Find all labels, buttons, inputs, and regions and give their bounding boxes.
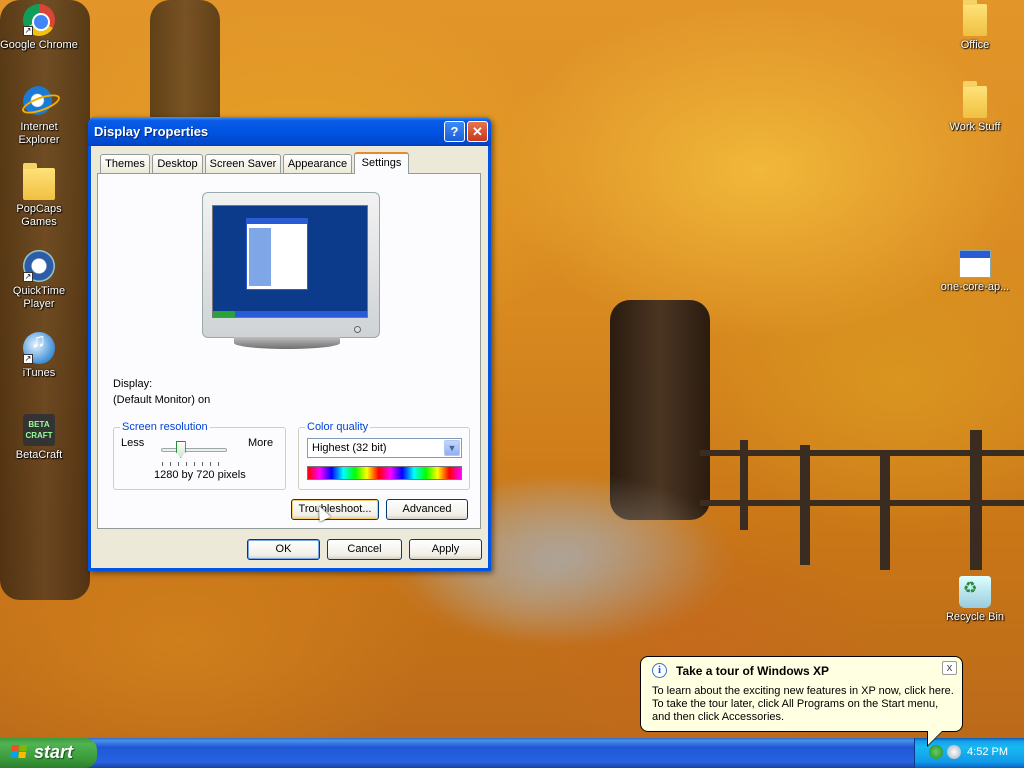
- fence-post: [970, 430, 982, 570]
- desktop-icon-work-stuff[interactable]: Work Stuff: [935, 81, 1015, 134]
- desktop-icon-betacraft[interactable]: BETA CRAFT BetaCraft: [0, 414, 79, 462]
- close-button[interactable]: ✕: [467, 121, 488, 142]
- color-quality-group: Color quality Highest (32 bit) ▼: [298, 421, 470, 490]
- desktop-icon-office[interactable]: Office: [935, 0, 1015, 52]
- help-button[interactable]: ?: [444, 121, 465, 142]
- folder-icon: [23, 163, 55, 200]
- tour-tray-icon[interactable]: [947, 745, 961, 759]
- tour-balloon-tip[interactable]: i Take a tour of Windows XP x To learn a…: [640, 656, 963, 747]
- slider-less-label: Less: [121, 437, 145, 449]
- window-titlebar[interactable]: Display Properties ? ✕: [88, 117, 491, 146]
- chrome-icon: ↗: [23, 4, 55, 36]
- color-quality-value: Highest (32 bit): [312, 442, 387, 454]
- preview-taskbar: [213, 311, 367, 317]
- fence-post: [740, 440, 748, 530]
- folder-icon: [963, 0, 987, 36]
- desktop-icon-label: Google Chrome: [0, 39, 78, 51]
- desktop-icon-label: QuickTime Player: [12, 285, 66, 310]
- window-title: Display Properties: [94, 124, 209, 139]
- resolution-slider-thumb[interactable]: [175, 441, 186, 458]
- settings-panel: Display: (Default Monitor) on Screen res…: [97, 173, 481, 529]
- network-icon[interactable]: [929, 745, 943, 759]
- monitor-preview: [202, 192, 380, 338]
- application-icon: [959, 250, 991, 278]
- apply-button[interactable]: Apply: [409, 539, 482, 560]
- balloon-title: Take a tour of Windows XP: [676, 664, 830, 678]
- preview-window: [246, 218, 308, 290]
- tab-label: Themes: [105, 158, 145, 170]
- ok-button[interactable]: OK: [247, 539, 320, 560]
- desktop-icon-recycle-bin[interactable]: Recycle Bin: [935, 576, 1015, 624]
- recycle-bin-icon: [959, 576, 991, 608]
- tab-desktop[interactable]: Desktop: [152, 154, 203, 173]
- windows-flag-icon: [10, 745, 29, 760]
- troubleshoot-button[interactable]: Troubleshoot...: [291, 499, 379, 520]
- clock[interactable]: 4:52 PM: [967, 746, 1008, 758]
- betacraft-icon: BETA CRAFT: [23, 414, 55, 446]
- quicktime-icon: ↗: [23, 250, 55, 282]
- color-spectrum-bar: [307, 466, 462, 480]
- desktop-icon-label: iTunes: [22, 367, 56, 379]
- group-title: Screen resolution: [120, 421, 210, 433]
- desktop-icon-label: PopCaps Games: [16, 203, 62, 228]
- tab-screen-saver[interactable]: Screen Saver: [205, 154, 281, 173]
- desktop-icon-internet-explorer[interactable]: Internet Explorer: [0, 86, 79, 147]
- tab-appearance[interactable]: Appearance: [283, 154, 352, 173]
- desktop-icon-google-chrome[interactable]: ↗ Google Chrome: [0, 4, 79, 52]
- tab-settings[interactable]: Settings: [354, 152, 409, 174]
- info-icon: i: [652, 663, 667, 678]
- slider-ticks: [162, 462, 226, 466]
- display-properties-window: Display Properties ? ✕ Themes Desktop Sc…: [88, 117, 491, 571]
- desktop-icon-label: Internet Explorer: [18, 121, 60, 146]
- monitor-screen: [212, 205, 368, 318]
- balloon-text-line: To take the tour later, click All Progra…: [652, 698, 939, 710]
- desktop-icon-popcaps-games[interactable]: PopCaps Games: [0, 163, 79, 229]
- balloon-text-line: To learn about the exciting new features…: [652, 685, 954, 697]
- display-label: Display:: [113, 378, 153, 390]
- tab-themes[interactable]: Themes: [100, 154, 150, 173]
- desktop-icon-itunes[interactable]: ↗ iTunes: [0, 332, 79, 380]
- dialog-body: Themes Desktop Screen Saver Appearance S…: [91, 146, 488, 568]
- internet-explorer-icon: [23, 86, 55, 118]
- desktop-icon-label: BetaCraft: [15, 449, 63, 461]
- folder-icon: [963, 81, 987, 118]
- group-title: Color quality: [305, 421, 371, 433]
- desktop-icon-label: Work Stuff: [949, 121, 1001, 133]
- fence-post: [800, 445, 810, 565]
- cancel-button[interactable]: Cancel: [327, 539, 402, 560]
- itunes-icon: ↗: [23, 332, 55, 364]
- tab-label: Screen Saver: [209, 158, 277, 170]
- desktop-icon-quicktime-player[interactable]: ↗ QuickTime Player: [0, 250, 79, 311]
- desktop-icon-label: Recycle Bin: [945, 611, 1005, 623]
- start-label: start: [34, 742, 74, 762]
- resolution-slider[interactable]: [161, 448, 227, 452]
- display-value: (Default Monitor) on: [113, 394, 211, 406]
- desktop-icon-label: one-core-ap...: [940, 281, 1010, 293]
- tab-label: Desktop: [157, 158, 198, 170]
- desktop-icon-one-core-app[interactable]: one-core-ap...: [935, 250, 1015, 294]
- color-quality-select[interactable]: Highest (32 bit) ▼: [307, 438, 462, 458]
- taskbar: start 4:52 PM: [0, 738, 1024, 768]
- balloon-text-line: and then click Accessories.: [652, 711, 785, 723]
- desktop-icon-label: Office: [960, 39, 990, 51]
- slider-more-label: More: [248, 437, 274, 449]
- advanced-button[interactable]: Advanced: [386, 499, 468, 520]
- tab-label: Appearance: [287, 158, 348, 170]
- power-light-icon: [354, 326, 361, 333]
- monitor-stand: [234, 337, 340, 349]
- balloon-close-button[interactable]: x: [942, 661, 957, 675]
- start-button[interactable]: start: [0, 738, 97, 768]
- resolution-value: 1280 by 720 pixels: [154, 469, 246, 481]
- screen-resolution-group: Screen resolution Less More 1280 by 720 …: [113, 421, 286, 490]
- tab-label: Settings: [361, 157, 402, 169]
- fence-post: [880, 450, 890, 570]
- chevron-down-icon[interactable]: ▼: [444, 440, 460, 456]
